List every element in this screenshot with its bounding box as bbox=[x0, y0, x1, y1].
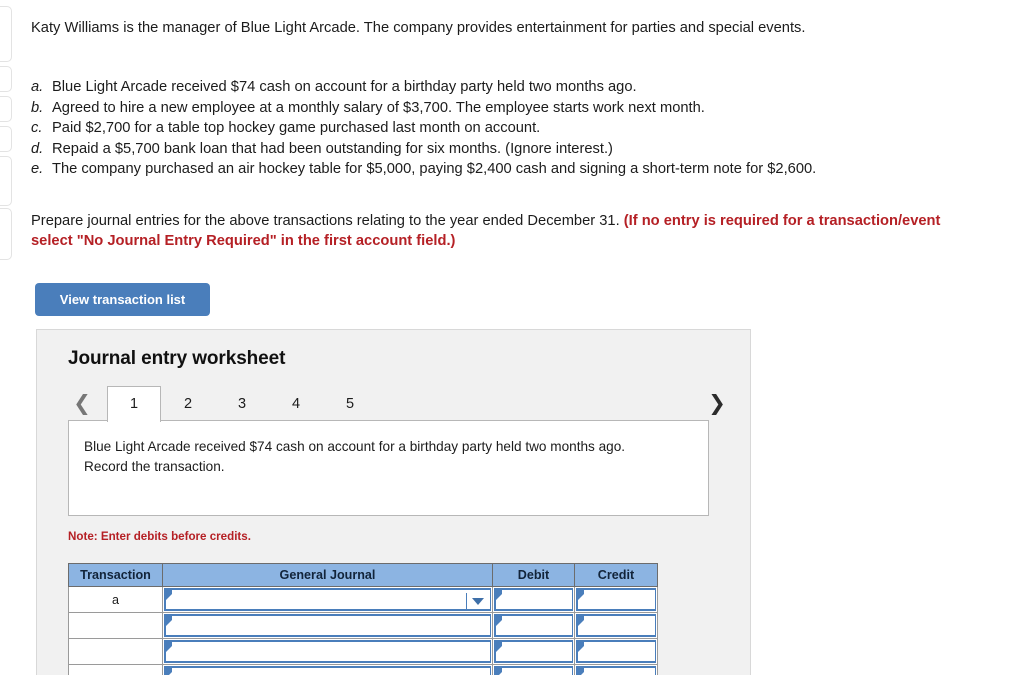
text-caret bbox=[466, 593, 467, 610]
debit-input-4[interactable] bbox=[494, 666, 573, 675]
transaction-item: b. Agreed to hire a new employee at a mo… bbox=[31, 98, 991, 119]
credit-input-4[interactable] bbox=[576, 666, 656, 675]
cell-corner-marker-icon bbox=[166, 668, 172, 675]
account-select-1[interactable] bbox=[164, 588, 491, 611]
cell-corner-marker-icon bbox=[496, 616, 502, 626]
chevron-right-icon[interactable]: ❯ bbox=[702, 386, 732, 421]
table-header-row: Transaction General Journal Debit Credit bbox=[68, 563, 658, 587]
transaction-label-cell bbox=[68, 638, 163, 665]
tab-entry-4[interactable]: 4 bbox=[269, 386, 323, 421]
transaction-item: a. Blue Light Arcade received $74 cash o… bbox=[31, 77, 991, 98]
cell-corner-marker-icon bbox=[496, 590, 502, 600]
offscreen-panel-edge bbox=[0, 6, 12, 62]
credit-cell[interactable] bbox=[574, 638, 658, 665]
page-root: Katy Williams is the manager of Blue Lig… bbox=[0, 0, 1024, 675]
worksheet-tab-strip: ❮ 1 2 3 4 5 ❯ bbox=[37, 386, 752, 422]
cell-corner-marker-icon bbox=[166, 590, 172, 600]
offscreen-panel-edge bbox=[0, 96, 12, 122]
column-header-general-journal: General Journal bbox=[162, 563, 493, 587]
tab-entry-3[interactable]: 3 bbox=[215, 386, 269, 421]
transaction-label-cell bbox=[68, 612, 163, 639]
transaction-label-cell: a bbox=[68, 586, 163, 613]
account-select-2[interactable] bbox=[164, 614, 491, 637]
debit-input-1[interactable] bbox=[494, 588, 573, 611]
account-cell[interactable] bbox=[162, 586, 493, 613]
cell-corner-marker-icon bbox=[496, 668, 502, 675]
transaction-letter: b. bbox=[31, 99, 44, 116]
offscreen-panel-edge bbox=[0, 126, 12, 152]
entry-description-card: Blue Light Arcade received $74 cash on a… bbox=[68, 420, 709, 516]
credit-cell[interactable] bbox=[574, 664, 658, 675]
instruction-prompt: Prepare journal entries for the above tr… bbox=[31, 211, 941, 251]
cell-corner-marker-icon bbox=[166, 616, 172, 626]
worksheet-title: Journal entry worksheet bbox=[68, 348, 286, 369]
transaction-text: Paid $2,700 for a table top hockey game … bbox=[52, 120, 541, 136]
credit-cell[interactable] bbox=[574, 612, 658, 639]
column-header-credit: Credit bbox=[574, 563, 658, 587]
transaction-text: Repaid a $5,700 bank loan that had been … bbox=[52, 140, 613, 157]
table-row bbox=[68, 612, 658, 639]
transaction-letter: e. bbox=[31, 161, 44, 177]
credit-input-1[interactable] bbox=[576, 588, 656, 611]
transaction-text: Agreed to hire a new employee at a month… bbox=[52, 99, 705, 116]
account-cell[interactable] bbox=[162, 612, 493, 639]
account-cell[interactable] bbox=[162, 664, 493, 675]
cell-corner-marker-icon bbox=[578, 616, 584, 626]
transaction-letter: c. bbox=[31, 120, 43, 136]
tab-entry-5[interactable]: 5 bbox=[323, 386, 377, 421]
transaction-text: The company purchased an air hockey tabl… bbox=[52, 161, 817, 177]
chevron-left-icon[interactable]: ❮ bbox=[67, 386, 97, 421]
worksheet-tabs: 1 2 3 4 5 bbox=[107, 386, 377, 422]
journal-entry-worksheet-panel: Journal entry worksheet ❮ 1 2 3 4 5 ❯ Bl… bbox=[36, 329, 751, 675]
debits-before-credits-note: Note: Enter debits before credits. bbox=[68, 530, 251, 543]
entry-description-text: Blue Light Arcade received $74 cash on a… bbox=[84, 439, 626, 474]
transaction-item: e. The company purchased an air hockey t… bbox=[31, 159, 991, 180]
debit-cell[interactable] bbox=[492, 664, 575, 675]
cell-corner-marker-icon bbox=[578, 590, 584, 600]
account-select-3[interactable] bbox=[164, 640, 491, 663]
column-header-transaction: Transaction bbox=[68, 563, 163, 587]
transaction-letter: a. bbox=[31, 79, 44, 95]
transaction-item: c. Paid $2,700 for a table top hockey ga… bbox=[31, 118, 991, 139]
cell-corner-marker-icon bbox=[578, 642, 584, 652]
tab-entry-1[interactable]: 1 bbox=[107, 386, 161, 422]
column-header-debit: Debit bbox=[492, 563, 575, 587]
account-cell[interactable] bbox=[162, 638, 493, 665]
general-journal-table: Transaction General Journal Debit Credit… bbox=[68, 563, 658, 675]
debit-cell[interactable] bbox=[492, 586, 575, 613]
offscreen-panel-edge bbox=[0, 208, 12, 260]
credit-input-2[interactable] bbox=[576, 614, 656, 637]
problem-intro: Katy Williams is the manager of Blue Lig… bbox=[31, 20, 806, 36]
transaction-list: a. Blue Light Arcade received $74 cash o… bbox=[31, 77, 991, 180]
chevron-down-icon[interactable] bbox=[472, 598, 484, 605]
cell-corner-marker-icon bbox=[166, 642, 172, 652]
table-row: a bbox=[68, 586, 658, 613]
view-transaction-list-button[interactable]: View transaction list bbox=[35, 283, 210, 316]
transaction-item: d. Repaid a $5,700 bank loan that had be… bbox=[31, 139, 991, 160]
credit-input-3[interactable] bbox=[576, 640, 656, 663]
offscreen-panel-edge bbox=[0, 156, 12, 206]
account-select-4[interactable] bbox=[164, 666, 491, 675]
transaction-label-cell bbox=[68, 664, 163, 675]
credit-cell[interactable] bbox=[574, 586, 658, 613]
instruction-plain: Prepare journal entries for the above tr… bbox=[31, 213, 624, 229]
debit-input-2[interactable] bbox=[494, 614, 573, 637]
tab-entry-2[interactable]: 2 bbox=[161, 386, 215, 421]
debit-cell[interactable] bbox=[492, 638, 575, 665]
table-row bbox=[68, 638, 658, 665]
debit-cell[interactable] bbox=[492, 612, 575, 639]
cell-corner-marker-icon bbox=[578, 668, 584, 675]
table-row bbox=[68, 664, 658, 675]
cell-corner-marker-icon bbox=[496, 642, 502, 652]
transaction-letter: d. bbox=[31, 140, 44, 157]
offscreen-panel-edge bbox=[0, 66, 12, 92]
debit-input-3[interactable] bbox=[494, 640, 573, 663]
transaction-text: Blue Light Arcade received $74 cash on a… bbox=[52, 79, 637, 95]
